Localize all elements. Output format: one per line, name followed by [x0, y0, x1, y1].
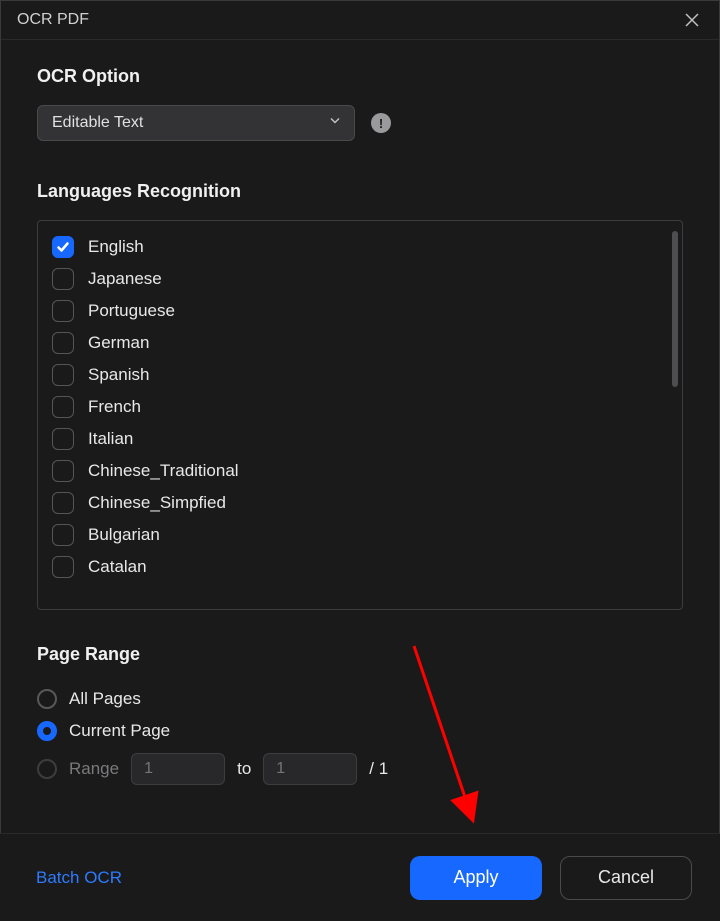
- check-icon: [56, 240, 70, 254]
- page-range-section: Page Range All Pages Current Page Range …: [37, 644, 683, 791]
- language-item: Italian: [52, 423, 668, 455]
- language-label: Catalan: [88, 557, 147, 577]
- radio-all-pages-label: All Pages: [69, 689, 141, 709]
- chevron-down-icon: [328, 114, 342, 133]
- language-item: Portuguese: [52, 295, 668, 327]
- dialog-content: OCR Option Editable Text ! Languages Rec…: [1, 40, 719, 822]
- ocr-option-label: OCR Option: [37, 66, 683, 87]
- language-item: Chinese_Traditional: [52, 455, 668, 487]
- language-label: German: [88, 333, 149, 353]
- language-item: Bulgarian: [52, 519, 668, 551]
- language-label: Chinese_Simpfied: [88, 493, 226, 513]
- languages-list: English Japanese Portuguese German Spanish Fr…: [38, 221, 682, 609]
- language-label: French: [88, 397, 141, 417]
- language-checkbox[interactable]: [52, 300, 74, 322]
- languages-listbox: English Japanese Portuguese German Spanish Fr…: [37, 220, 683, 610]
- language-label: Bulgarian: [88, 525, 160, 545]
- language-label: Spanish: [88, 365, 149, 385]
- language-item: Catalan: [52, 551, 668, 583]
- info-icon[interactable]: !: [371, 113, 391, 133]
- radio-row-all: All Pages: [37, 683, 683, 715]
- range-from-input[interactable]: [131, 753, 225, 785]
- language-checkbox[interactable]: [52, 236, 74, 258]
- radio-current-page-label: Current Page: [69, 721, 170, 741]
- range-to-separator: to: [237, 759, 251, 779]
- dialog-footer: Batch OCR Apply Cancel: [0, 833, 720, 921]
- range-total: / 1: [369, 759, 388, 779]
- language-checkbox[interactable]: [52, 556, 74, 578]
- page-range-label: Page Range: [37, 644, 683, 665]
- language-item: English: [52, 231, 668, 263]
- language-label: Italian: [88, 429, 133, 449]
- close-icon: [684, 12, 700, 28]
- languages-label: Languages Recognition: [37, 181, 683, 202]
- close-button[interactable]: [683, 11, 701, 29]
- scrollbar[interactable]: [672, 231, 678, 387]
- language-item: Japanese: [52, 263, 668, 295]
- batch-ocr-link[interactable]: Batch OCR: [36, 868, 122, 888]
- language-label: English: [88, 237, 144, 257]
- language-label: Japanese: [88, 269, 162, 289]
- apply-button[interactable]: Apply: [410, 856, 542, 900]
- language-item: French: [52, 391, 668, 423]
- dialog-title: OCR PDF: [17, 11, 89, 29]
- ocr-option-dropdown[interactable]: Editable Text: [37, 105, 355, 141]
- language-item: Chinese_Simpfied: [52, 487, 668, 519]
- radio-all-pages[interactable]: [37, 689, 57, 709]
- radio-range[interactable]: [37, 759, 57, 779]
- radio-current-page[interactable]: [37, 721, 57, 741]
- language-checkbox[interactable]: [52, 492, 74, 514]
- radio-row-range: Range to / 1: [37, 747, 683, 791]
- language-checkbox[interactable]: [52, 460, 74, 482]
- radio-range-label: Range: [69, 759, 119, 779]
- language-checkbox[interactable]: [52, 428, 74, 450]
- language-checkbox[interactable]: [52, 268, 74, 290]
- titlebar: OCR PDF: [1, 1, 719, 40]
- language-checkbox[interactable]: [52, 332, 74, 354]
- language-checkbox[interactable]: [52, 524, 74, 546]
- language-checkbox[interactable]: [52, 364, 74, 386]
- language-label: Portuguese: [88, 301, 175, 321]
- range-to-input[interactable]: [263, 753, 357, 785]
- ocr-option-row: Editable Text !: [37, 105, 683, 141]
- language-item: German: [52, 327, 668, 359]
- language-item: Spanish: [52, 359, 668, 391]
- ocr-option-selected: Editable Text: [52, 114, 143, 132]
- cancel-button[interactable]: Cancel: [560, 856, 692, 900]
- language-label: Chinese_Traditional: [88, 461, 239, 481]
- radio-row-current: Current Page: [37, 715, 683, 747]
- language-checkbox[interactable]: [52, 396, 74, 418]
